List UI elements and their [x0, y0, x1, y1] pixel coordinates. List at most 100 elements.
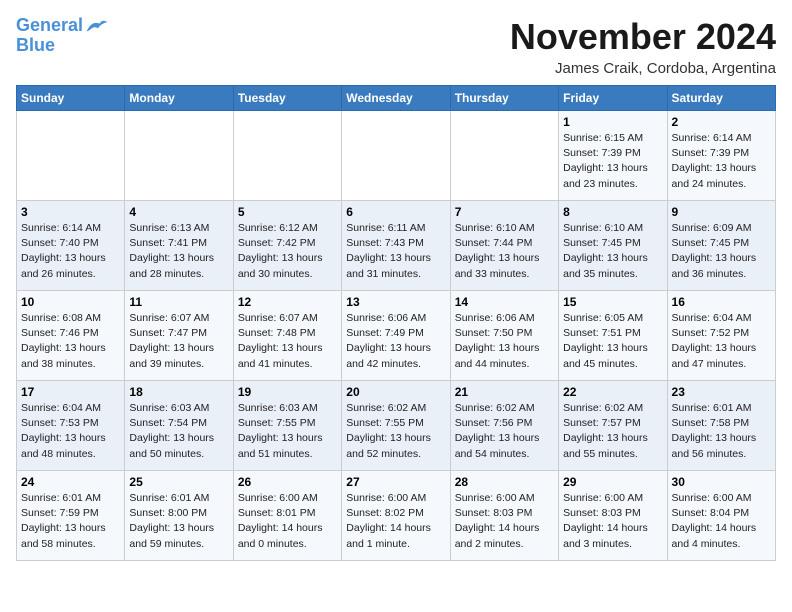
- day-cell-12: 12 Sunrise: 6:07 AMSunset: 7:48 PMDayligh…: [233, 291, 341, 381]
- day-info: Sunrise: 6:06 AMSunset: 7:50 PMDaylight:…: [455, 311, 554, 372]
- day-number: 17: [21, 385, 120, 399]
- weekday-header-friday: Friday: [559, 86, 667, 111]
- day-cell-14: 14 Sunrise: 6:06 AMSunset: 7:50 PMDayligh…: [450, 291, 558, 381]
- weekday-header-monday: Monday: [125, 86, 233, 111]
- day-info: Sunrise: 6:11 AMSunset: 7:43 PMDaylight:…: [346, 221, 445, 282]
- day-number: 7: [455, 205, 554, 219]
- day-cell-11: 11 Sunrise: 6:07 AMSunset: 7:47 PMDayligh…: [125, 291, 233, 381]
- day-number: 29: [563, 475, 662, 489]
- day-cell-26: 26 Sunrise: 6:00 AMSunset: 8:01 PMDayligh…: [233, 471, 341, 561]
- day-number: 14: [455, 295, 554, 309]
- day-cell-3: 3 Sunrise: 6:14 AMSunset: 7:40 PMDaylight…: [17, 201, 125, 291]
- week-row-2: 3 Sunrise: 6:14 AMSunset: 7:40 PMDaylight…: [17, 201, 776, 291]
- day-cell-13: 13 Sunrise: 6:06 AMSunset: 7:49 PMDayligh…: [342, 291, 450, 381]
- day-number: 10: [21, 295, 120, 309]
- calendar-table: SundayMondayTuesdayWednesdayThursdayFrid…: [16, 85, 776, 561]
- day-cell-19: 19 Sunrise: 6:03 AMSunset: 7:55 PMDayligh…: [233, 381, 341, 471]
- day-info: Sunrise: 6:08 AMSunset: 7:46 PMDaylight:…: [21, 311, 120, 372]
- page-header: General Blue November 2024 James Craik, …: [16, 16, 776, 77]
- day-cell-8: 8 Sunrise: 6:10 AMSunset: 7:45 PMDaylight…: [559, 201, 667, 291]
- day-info: Sunrise: 6:14 AMSunset: 7:40 PMDaylight:…: [21, 221, 120, 282]
- day-info: Sunrise: 6:02 AMSunset: 7:55 PMDaylight:…: [346, 401, 445, 462]
- empty-cell: [450, 111, 558, 201]
- day-info: Sunrise: 6:13 AMSunset: 7:41 PMDaylight:…: [129, 221, 228, 282]
- day-cell-25: 25Sunrise: 6:01 AMSunset: 8:00 PMDayligh…: [125, 471, 233, 561]
- day-info: Sunrise: 6:00 AMSunset: 8:03 PMDaylight:…: [563, 491, 662, 552]
- day-number: 20: [346, 385, 445, 399]
- day-number: 18: [129, 385, 228, 399]
- day-number: 30: [672, 475, 771, 489]
- day-info: Sunrise: 6:06 AMSunset: 7:49 PMDaylight:…: [346, 311, 445, 372]
- day-cell-21: 21Sunrise: 6:02 AMSunset: 7:56 PMDayligh…: [450, 381, 558, 471]
- day-cell-20: 20 Sunrise: 6:02 AMSunset: 7:55 PMDayligh…: [342, 381, 450, 471]
- day-info: Sunrise: 6:04 AMSunset: 7:52 PMDaylight:…: [672, 311, 771, 372]
- day-info: Sunrise: 6:01 AMSunset: 7:59 PMDaylight:…: [21, 491, 120, 552]
- day-info: Sunrise: 6:10 AMSunset: 7:44 PMDaylight:…: [455, 221, 554, 282]
- week-row-4: 17 Sunrise: 6:04 AMSunset: 7:53 PMDayligh…: [17, 381, 776, 471]
- day-cell-24: 24 Sunrise: 6:01 AMSunset: 7:59 PMDayligh…: [17, 471, 125, 561]
- day-cell-17: 17 Sunrise: 6:04 AMSunset: 7:53 PMDayligh…: [17, 381, 125, 471]
- day-number: 23: [672, 385, 771, 399]
- logo: General Blue: [16, 16, 109, 56]
- weekday-header-sunday: Sunday: [17, 86, 125, 111]
- week-row-1: 1Sunrise: 6:15 AMSunset: 7:39 PMDaylight…: [17, 111, 776, 201]
- day-cell-5: 5 Sunrise: 6:12 AMSunset: 7:42 PMDaylight…: [233, 201, 341, 291]
- day-number: 25: [129, 475, 228, 489]
- day-info: Sunrise: 6:02 AMSunset: 7:57 PMDaylight:…: [563, 401, 662, 462]
- weekday-header-row: SundayMondayTuesdayWednesdayThursdayFrid…: [17, 86, 776, 111]
- day-info: Sunrise: 6:07 AMSunset: 7:48 PMDaylight:…: [238, 311, 337, 372]
- week-row-3: 10 Sunrise: 6:08 AMSunset: 7:46 PMDayligh…: [17, 291, 776, 381]
- day-info: Sunrise: 6:10 AMSunset: 7:45 PMDaylight:…: [563, 221, 662, 282]
- day-info: Sunrise: 6:04 AMSunset: 7:53 PMDaylight:…: [21, 401, 120, 462]
- day-number: 13: [346, 295, 445, 309]
- calendar-header: SundayMondayTuesdayWednesdayThursdayFrid…: [17, 86, 776, 111]
- day-cell-2: 2 Sunrise: 6:14 AMSunset: 7:39 PMDaylight…: [667, 111, 775, 201]
- day-number: 16: [672, 295, 771, 309]
- day-cell-23: 23 Sunrise: 6:01 AMSunset: 7:58 PMDayligh…: [667, 381, 775, 471]
- day-cell-4: 4 Sunrise: 6:13 AMSunset: 7:41 PMDaylight…: [125, 201, 233, 291]
- day-number: 15: [563, 295, 662, 309]
- day-number: 3: [21, 205, 120, 219]
- day-cell-1: 1Sunrise: 6:15 AMSunset: 7:39 PMDaylight…: [559, 111, 667, 201]
- day-info: Sunrise: 6:05 AMSunset: 7:51 PMDaylight:…: [563, 311, 662, 372]
- day-number: 5: [238, 205, 337, 219]
- day-number: 4: [129, 205, 228, 219]
- weekday-header-thursday: Thursday: [450, 86, 558, 111]
- day-number: 2: [672, 115, 771, 129]
- day-info: Sunrise: 6:00 AMSunset: 8:03 PMDaylight:…: [455, 491, 554, 552]
- day-number: 21: [455, 385, 554, 399]
- day-cell-15: 15 Sunrise: 6:05 AMSunset: 7:51 PMDayligh…: [559, 291, 667, 381]
- day-number: 8: [563, 205, 662, 219]
- logo-line1: General: [16, 15, 83, 35]
- day-info: Sunrise: 6:01 AMSunset: 7:58 PMDaylight:…: [672, 401, 771, 462]
- day-info: Sunrise: 6:00 AMSunset: 8:04 PMDaylight:…: [672, 491, 771, 552]
- day-number: 9: [672, 205, 771, 219]
- day-info: Sunrise: 6:03 AMSunset: 7:55 PMDaylight:…: [238, 401, 337, 462]
- title-block: November 2024 James Craik, Cordoba, Arge…: [510, 16, 776, 77]
- day-number: 22: [563, 385, 662, 399]
- day-info: Sunrise: 6:14 AMSunset: 7:39 PMDaylight:…: [672, 131, 771, 192]
- day-number: 26: [238, 475, 337, 489]
- week-row-5: 24 Sunrise: 6:01 AMSunset: 7:59 PMDayligh…: [17, 471, 776, 561]
- day-cell-9: 9 Sunrise: 6:09 AMSunset: 7:45 PMDaylight…: [667, 201, 775, 291]
- day-number: 1: [563, 115, 662, 129]
- day-number: 12: [238, 295, 337, 309]
- calendar-body: 1Sunrise: 6:15 AMSunset: 7:39 PMDaylight…: [17, 111, 776, 561]
- day-cell-29: 29 Sunrise: 6:00 AMSunset: 8:03 PMDayligh…: [559, 471, 667, 561]
- day-number: 19: [238, 385, 337, 399]
- empty-cell: [342, 111, 450, 201]
- location: James Craik, Cordoba, Argentina: [510, 60, 776, 77]
- day-info: Sunrise: 6:09 AMSunset: 7:45 PMDaylight:…: [672, 221, 771, 282]
- month-title: November 2024: [510, 16, 776, 58]
- day-number: 28: [455, 475, 554, 489]
- day-info: Sunrise: 6:03 AMSunset: 7:54 PMDaylight:…: [129, 401, 228, 462]
- day-cell-10: 10 Sunrise: 6:08 AMSunset: 7:46 PMDayligh…: [17, 291, 125, 381]
- day-number: 6: [346, 205, 445, 219]
- day-number: 11: [129, 295, 228, 309]
- day-cell-18: 18 Sunrise: 6:03 AMSunset: 7:54 PMDayligh…: [125, 381, 233, 471]
- day-info: Sunrise: 6:07 AMSunset: 7:47 PMDaylight:…: [129, 311, 228, 372]
- empty-cell: [233, 111, 341, 201]
- day-info: Sunrise: 6:00 AMSunset: 8:01 PMDaylight:…: [238, 491, 337, 552]
- day-number: 24: [21, 475, 120, 489]
- day-info: Sunrise: 6:12 AMSunset: 7:42 PMDaylight:…: [238, 221, 337, 282]
